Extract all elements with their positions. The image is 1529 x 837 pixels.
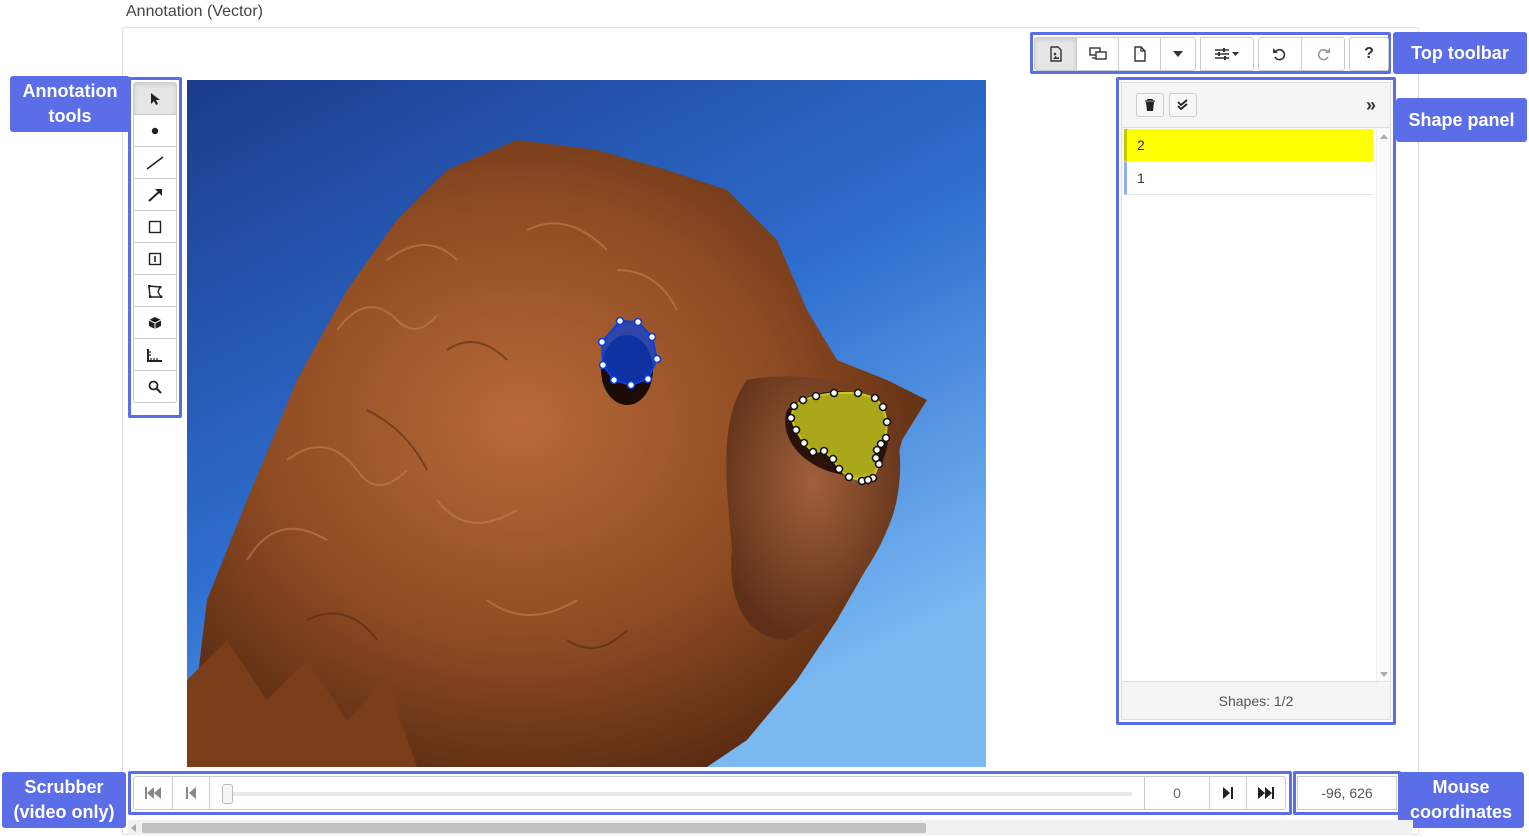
collapse-panel-button[interactable]: » [1366, 95, 1376, 116]
screens-icon [1088, 47, 1107, 60]
scrubber-handle[interactable] [222, 784, 233, 804]
point-tool[interactable] [133, 114, 177, 147]
step-forward-icon [1223, 787, 1233, 799]
shape-list-item[interactable]: 2 [1124, 129, 1373, 162]
annotation-tools [133, 82, 177, 403]
redo-button[interactable] [1301, 37, 1345, 71]
step-back-icon [186, 787, 196, 799]
polygon-tool[interactable] [133, 274, 177, 307]
mouse-coordinates: -96, 626 [1297, 776, 1397, 810]
file-button[interactable] [1118, 37, 1161, 71]
scrubber: 0 [133, 776, 1287, 810]
file-dropdown-button[interactable] [1160, 37, 1196, 71]
frame-number[interactable]: 0 [1144, 776, 1210, 810]
shape-panel: » 2 1 Shapes: 1/2 [1121, 82, 1391, 720]
point-icon [151, 127, 159, 134]
shape-nose-polygon[interactable] [786, 388, 892, 486]
line-tool[interactable] [133, 146, 177, 179]
callout-top-toolbar: Top toolbar [1393, 32, 1527, 74]
shape-list: 2 1 [1122, 127, 1390, 683]
measure-tool[interactable] [133, 338, 177, 371]
select-tool[interactable] [133, 82, 177, 115]
sliders-icon [1215, 48, 1239, 60]
arrow-tool[interactable] [133, 178, 177, 211]
horizontal-scrollbar[interactable] [128, 820, 1413, 835]
callout-shape-panel: Shape panel [1396, 98, 1527, 142]
callout-scrubber: Scrubber (video only) [2, 772, 126, 828]
shape-label: 2 [1137, 137, 1145, 153]
page-title: Annotation (Vector) [126, 3, 263, 20]
zoom-tool[interactable] [133, 370, 177, 403]
polygon-icon [148, 284, 163, 298]
rectangle-tool[interactable] [133, 210, 177, 243]
scroll-down-icon [1380, 672, 1388, 677]
trash-icon [1145, 99, 1155, 111]
scroll-up-icon [1380, 134, 1388, 139]
scrubber-rail [222, 792, 1132, 796]
shape-eye-polygon[interactable] [597, 316, 662, 390]
double-check-icon [1177, 99, 1188, 111]
text-box-tool[interactable] [133, 242, 177, 275]
last-frame-button[interactable] [1246, 776, 1286, 810]
rectangle-icon [148, 220, 162, 233]
search-icon [148, 380, 162, 394]
next-frame-button[interactable] [1209, 776, 1247, 810]
ruler-icon [147, 348, 162, 362]
pointer-icon [151, 92, 160, 105]
prev-frame-button[interactable] [172, 776, 210, 810]
shape-label: 1 [1137, 170, 1145, 186]
image-icon [1049, 46, 1062, 62]
line-icon [146, 155, 164, 170]
delete-shape-button[interactable] [1136, 93, 1164, 117]
screens-button[interactable] [1076, 37, 1119, 71]
horizontal-scroll-thumb[interactable] [142, 823, 926, 833]
cuboid-tool[interactable] [133, 306, 177, 339]
shape-count: Shapes: 1/2 [1122, 681, 1390, 719]
undo-icon [1273, 48, 1286, 61]
top-toolbar: ? [1034, 37, 1389, 71]
shape-panel-header: » [1122, 83, 1390, 127]
skip-back-icon [145, 787, 161, 799]
scroll-left-icon [131, 824, 136, 832]
text-box-icon [148, 252, 162, 265]
scrubber-track[interactable] [209, 776, 1145, 810]
annotation-shapes [597, 316, 892, 486]
caret-down-icon [1173, 51, 1183, 57]
shape-list-scrollbar[interactable] [1376, 128, 1390, 683]
settings-dropdown-button[interactable] [1200, 37, 1254, 71]
help-button[interactable]: ? [1349, 37, 1389, 71]
skip-forward-icon [1258, 787, 1274, 799]
check-all-button[interactable] [1169, 93, 1197, 117]
file-icon [1133, 46, 1146, 62]
callout-annotation-tools: Annotation tools [10, 76, 130, 132]
undo-button[interactable] [1258, 37, 1302, 71]
redo-icon [1317, 48, 1330, 61]
callout-mouse-coordinates: Mouse coordinates [1398, 772, 1524, 828]
annotation-image[interactable] [187, 80, 986, 767]
shape-list-item[interactable]: 1 [1124, 162, 1373, 195]
cube-icon [148, 316, 162, 329]
arrow-icon [148, 188, 162, 202]
first-frame-button[interactable] [133, 776, 173, 810]
image-view-button[interactable] [1034, 37, 1077, 71]
